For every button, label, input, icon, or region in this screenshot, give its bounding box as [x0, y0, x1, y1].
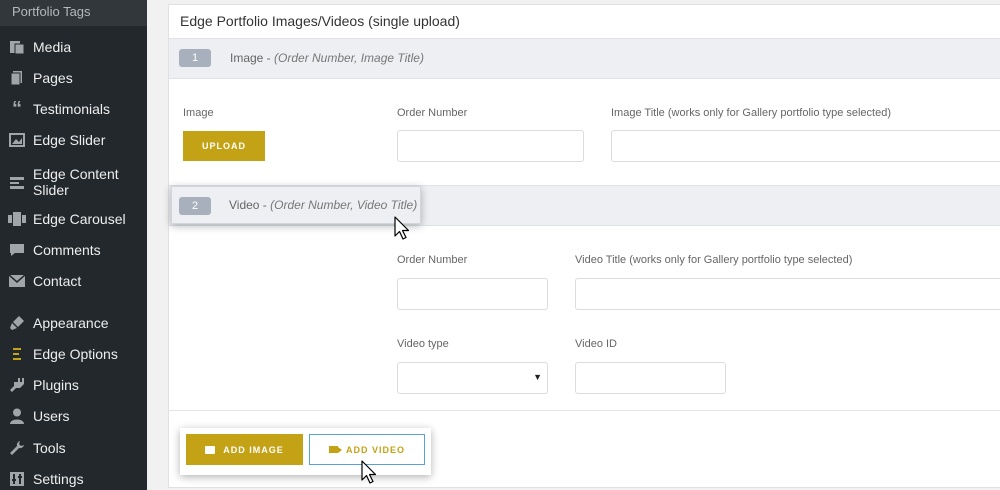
row-number-badge: 1 — [179, 49, 211, 67]
image-title-label: Image Title (works only for Gallery port… — [611, 107, 892, 119]
image-row-header[interactable]: 1 Image - (Order Number, Image Title) — [169, 38, 1000, 79]
sidebar-item-pages[interactable]: Pages — [0, 63, 147, 93]
sidebar-item-label: Appearance — [33, 315, 109, 331]
row-title: Video - (Order Number, Video Title) — [229, 198, 417, 212]
video-type-label: Video type — [397, 338, 449, 350]
add-image-button[interactable]: ADD IMAGE — [186, 434, 303, 465]
row-subtitle: (Order Number, Image Title) — [274, 51, 424, 65]
video-row-drag-handle[interactable]: 2 Video - (Order Number, Video Title) — [171, 186, 421, 224]
video-order-number-input[interactable] — [397, 278, 548, 310]
user-icon — [8, 407, 26, 425]
sidebar-item-label: Edge Options — [33, 346, 118, 362]
edge-logo-icon — [8, 345, 26, 363]
sidebar-item-label: Edge Content Slider — [33, 166, 119, 198]
panel-title: Edge Portfolio Images/Videos (single upl… — [180, 13, 460, 29]
video-order-number-label: Order Number — [397, 254, 468, 266]
mail-icon — [8, 272, 26, 290]
sidebar-item-edge-options[interactable]: Edge Options — [0, 339, 147, 369]
mouse-cursor-icon — [361, 460, 377, 484]
comments-icon — [8, 241, 26, 259]
sidebar-item-settings[interactable]: Settings — [0, 464, 147, 490]
sidebar-item-edge-content-slider[interactable]: Edge Content Slider — [0, 164, 147, 200]
sidebar-item-comments[interactable]: Comments — [0, 235, 147, 265]
upload-button[interactable]: UPLOAD — [183, 131, 265, 161]
add-image-label: ADD IMAGE — [223, 444, 284, 455]
row-subtitle: (Order Number, Video Title) — [270, 198, 418, 212]
sidebar-item-label: Plugins — [33, 377, 79, 393]
mouse-cursor-icon — [394, 216, 410, 240]
sidebar-item-label: Tools — [33, 440, 66, 456]
settings-icon — [8, 470, 26, 488]
sidebar-item-plugins[interactable]: Plugins — [0, 370, 147, 400]
sidebar-item-label: Users — [33, 408, 70, 424]
media-icon — [8, 38, 26, 56]
add-video-label: ADD VIDEO — [345, 444, 405, 455]
pages-icon — [8, 69, 26, 87]
sidebar-item-users[interactable]: Users — [0, 401, 147, 431]
sidebar-item-contact[interactable]: Contact — [0, 266, 147, 296]
wrench-icon — [8, 439, 26, 457]
video-title-input[interactable] — [575, 278, 1000, 310]
row-number-badge: 2 — [179, 197, 211, 215]
sidebar-item-appearance[interactable]: Appearance — [0, 308, 147, 338]
dropdown-arrow-icon: ▼ — [533, 372, 542, 382]
sidebar-item-media[interactable]: Media — [0, 32, 147, 62]
sidebar-item-label: Pages — [33, 70, 73, 86]
sidebar-item-label: Edge Carousel — [33, 211, 126, 227]
video-id-input[interactable] — [575, 362, 726, 394]
image-label: Image — [183, 107, 214, 119]
sidebar-item-label: Settings — [33, 471, 84, 487]
portfolio-media-panel: Edge Portfolio Images/Videos (single upl… — [168, 4, 1000, 488]
image-order-number-input[interactable] — [397, 130, 584, 162]
add-buttons-group: ADD IMAGE ADD VIDEO — [180, 428, 431, 475]
row-title: Image - (Order Number, Image Title) — [230, 51, 424, 65]
image-order-number-label: Order Number — [397, 107, 468, 119]
plugin-icon — [8, 376, 26, 394]
brush-icon — [8, 314, 26, 332]
video-type-select[interactable]: ▼ — [397, 362, 548, 394]
admin-sidebar: Portfolio Tags Media Pages “ Testimonial… — [0, 0, 147, 490]
camera-icon — [205, 445, 216, 454]
slider-icon — [8, 131, 26, 149]
sidebar-item-label: Comments — [33, 242, 101, 258]
sidebar-item-testimonials[interactable]: “ Testimonials — [0, 94, 147, 124]
sidebar-item-label: Edge Slider — [33, 132, 106, 148]
content-slider-icon — [8, 174, 26, 192]
sidebar-item-label: Media — [33, 39, 72, 55]
sidebar-item-edge-carousel[interactable]: Edge Carousel — [0, 204, 147, 234]
sidebar-item-label: Contact — [33, 273, 82, 289]
row-title-label: Video - — [229, 198, 271, 212]
row-title-label: Image - — [230, 51, 275, 65]
video-id-label: Video ID — [575, 338, 617, 350]
sidebar-item-edge-slider[interactable]: Edge Slider — [0, 125, 147, 155]
sidebar-item-tools[interactable]: Tools — [0, 433, 147, 463]
quote-icon: “ — [12, 97, 22, 120]
video-title-label: Video Title (works only for Gallery port… — [575, 254, 853, 266]
image-title-input[interactable] — [611, 130, 1000, 162]
sidebar-item-portfolio-tags[interactable]: Portfolio Tags — [0, 0, 147, 26]
carousel-icon — [8, 210, 26, 228]
video-camera-icon — [328, 446, 342, 453]
divider — [169, 410, 1000, 411]
sidebar-item-label: Testimonials — [33, 101, 111, 117]
